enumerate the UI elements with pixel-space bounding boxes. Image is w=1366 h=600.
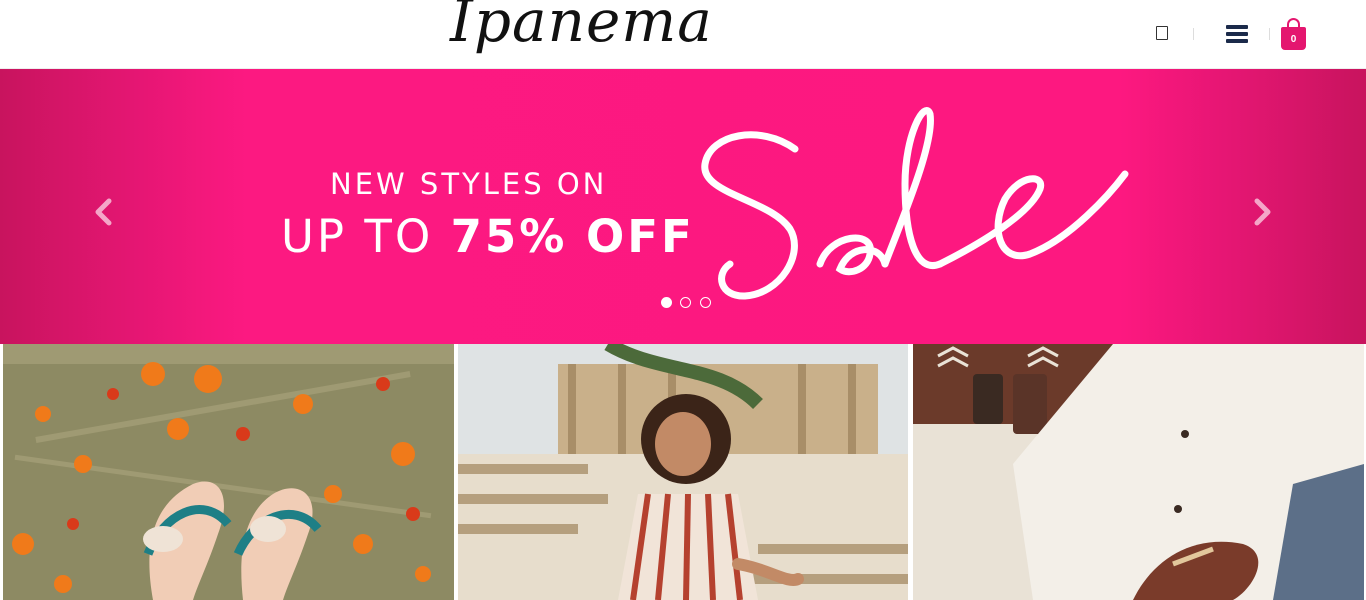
chevron-right-icon — [1254, 198, 1271, 226]
chevron-left-icon — [95, 198, 112, 226]
flip-flops-on-grass-image — [3, 344, 454, 600]
ipanema-logo[interactable]: Ipanema — [450, 0, 713, 50]
carousel-indicators — [661, 297, 715, 309]
header-divider — [1269, 28, 1270, 40]
carousel-prev-button[interactable] — [90, 197, 120, 227]
sale-script-lettering — [701, 107, 1129, 300]
flat-lay-with-sandals-image — [913, 344, 1364, 600]
banner-discount-amount: 75% OFF — [450, 210, 695, 263]
hamburger-menu-icon[interactable] — [1226, 25, 1248, 43]
promo-tile-kids[interactable] — [458, 344, 908, 600]
promo-tile-flat-lay[interactable] — [913, 344, 1364, 600]
carousel-dot-3[interactable] — [699, 297, 711, 308]
girl-on-boardwalk-image — [458, 344, 908, 600]
header-divider — [1193, 28, 1194, 40]
banner-headline: NEW STYLES ON — [330, 167, 608, 201]
banner-discount-prefix: UP TO — [281, 210, 451, 263]
phone-icon[interactable] — [1156, 26, 1168, 40]
banner-discount: UP TO 75% OFF — [281, 210, 695, 263]
site-header: Ipanema 0 — [0, 0, 1366, 69]
carousel-dot-1[interactable] — [661, 297, 672, 308]
cart-count: 0 — [1290, 34, 1297, 45]
carousel-dot-2[interactable] — [680, 297, 692, 308]
carousel-next-button[interactable] — [1246, 197, 1276, 227]
promo-tile-flip-flops[interactable] — [3, 344, 454, 600]
hero-carousel[interactable]: NEW STYLES ON UP TO 75% OFF — [0, 69, 1366, 344]
cart-button[interactable]: 0 — [1281, 18, 1306, 50]
